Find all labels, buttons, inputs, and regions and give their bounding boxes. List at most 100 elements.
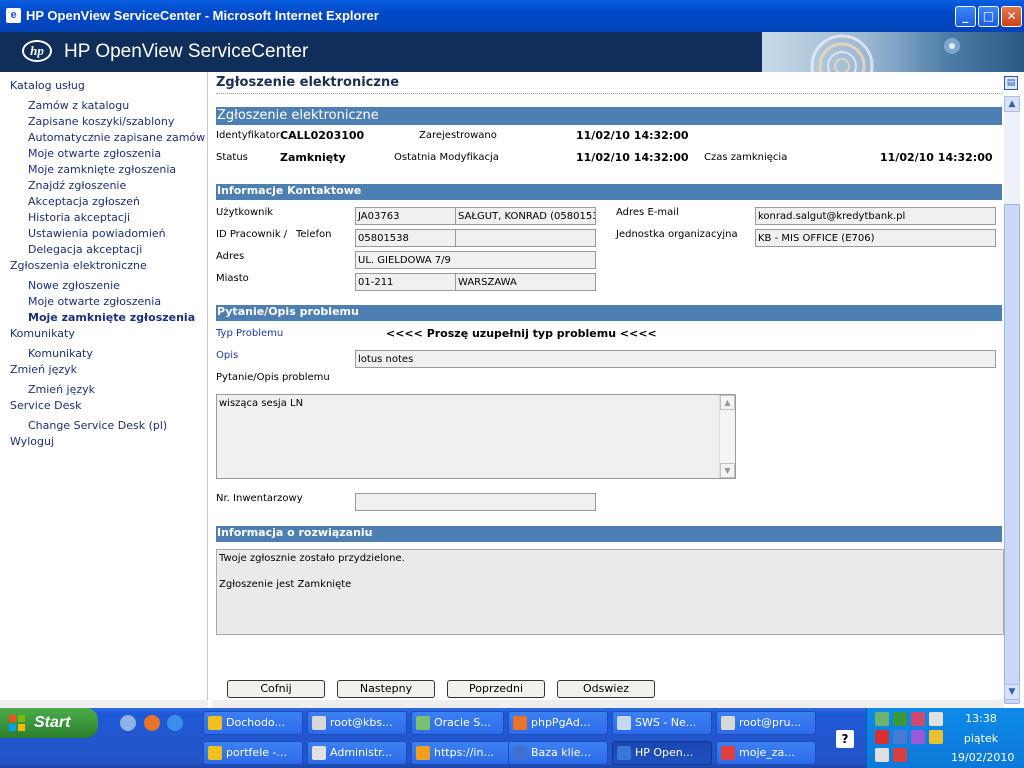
taskbar-item[interactable]: root@kbs... <box>307 711 407 735</box>
print-icon[interactable]: ▤ <box>1004 76 1018 90</box>
nav-service-desk[interactable]: Service Desk <box>10 399 82 412</box>
nav-ustawienia-powiadomien[interactable]: Ustawienia powiadomień <box>28 227 166 240</box>
main-vertical-scrollbar[interactable]: ▲ ▼ <box>1004 96 1020 704</box>
help-icon[interactable]: ? <box>836 730 854 748</box>
user-name-field[interactable]: SAŁGUT, KONRAD (0580153 <box>455 207 596 225</box>
city-field[interactable]: WARSZAWA <box>455 273 596 291</box>
taskbar-item[interactable]: portfele -... <box>203 741 303 765</box>
org-unit-label: Jednostka organizacyjna <box>616 229 738 240</box>
taskbar-item[interactable]: Administr... <box>307 741 407 765</box>
nav-change-service-desk[interactable]: Change Service Desk (pl) <box>28 419 167 432</box>
nav-zmien-jezyk-sub[interactable]: Zmień język <box>28 383 95 396</box>
nav-zapisane-koszyki[interactable]: Zapisane koszyki/szablony <box>28 115 174 128</box>
nav-komunikaty-sub[interactable]: Komunikaty <box>28 347 93 360</box>
taskbar-item[interactable]: phpPgAd... <box>508 711 608 735</box>
sws-icon <box>617 716 631 730</box>
inventory-field[interactable] <box>355 493 596 511</box>
email-field[interactable]: konrad.salgut@kredytbank.pl <box>755 207 996 225</box>
nav-zgloszenia-elektroniczne[interactable]: Zgłoszenia elektroniczne <box>10 259 147 272</box>
quicklaunch-desktop-icon[interactable] <box>120 715 136 731</box>
tray-app2-icon[interactable] <box>911 730 925 744</box>
start-button[interactable]: Start <box>0 708 98 738</box>
textarea-scroll-down-icon[interactable]: ▼ <box>720 463 735 478</box>
taskbar-item[interactable]: SWS - Ne... <box>612 711 712 735</box>
nav-katalog-uslug[interactable]: Katalog usług <box>10 79 85 92</box>
tray-app-icon[interactable] <box>911 712 925 726</box>
nav-akceptacja-zgloszen[interactable]: Akceptacja zgłoszeń <box>28 195 140 208</box>
nav-automatycznie-zapisane[interactable]: Automatycznie zapisane zamów <box>28 131 208 144</box>
phone-field[interactable] <box>455 229 596 247</box>
tray-network-icon[interactable] <box>875 712 889 726</box>
quicklaunch-firefox-icon[interactable] <box>144 715 160 731</box>
textarea-scrollbar[interactable]: ▲ ▼ <box>719 395 735 478</box>
taskbar-item[interactable]: https://in... <box>411 741 511 765</box>
taskbar-item[interactable]: Baza klie... <box>508 741 608 765</box>
nav-nowe-zgloszenie[interactable]: Nowe zgłoszenie <box>28 279 120 292</box>
taskbar-item[interactable]: root@pru... <box>716 711 816 735</box>
address-field[interactable]: UL. GIELDOWA 7/9 <box>355 251 596 269</box>
app-title: HP OpenView ServiceCenter <box>64 41 309 62</box>
resolution-box: Twoje zgłosznie zostało przydzielone. Zg… <box>216 549 1004 635</box>
tray-display-icon[interactable] <box>875 748 889 762</box>
nav-moje-otwarte-zgloszenia[interactable]: Moje otwarte zgłoszenia <box>28 295 161 308</box>
tray-chat-icon[interactable] <box>875 730 889 744</box>
user-id-field[interactable]: JA03763 <box>355 207 456 225</box>
tray-printer-icon[interactable] <box>929 712 943 726</box>
folder-icon <box>208 746 222 760</box>
address-label: Adres <box>216 251 245 262</box>
employee-id-field[interactable]: 05801538 <box>355 229 456 247</box>
paint-icon <box>721 746 735 760</box>
zip-code-field[interactable]: 01-211 <box>355 273 456 291</box>
taskbar-item[interactable]: moje_za... <box>716 741 816 765</box>
title-divider <box>216 93 1002 94</box>
question-label: Pytanie/Opis problemu <box>216 372 330 383</box>
nav-horizontal-scrollbar[interactable] <box>0 700 208 708</box>
window-titlebar[interactable]: e HP OpenView ServiceCenter - Microsoft … <box>0 0 1024 32</box>
maximize-button[interactable]: □ <box>978 6 999 27</box>
refresh-button[interactable]: Odswiez <box>557 680 655 698</box>
nav-moje-zamkniete-zgloszenia[interactable]: Moje zamknięte zgłoszenia <box>28 311 195 324</box>
ie-window-icon[interactable]: e <box>6 8 21 23</box>
back-button[interactable]: Cofnij <box>227 680 325 698</box>
hp-logo: hp <box>22 40 52 62</box>
nav-historia-akceptacji[interactable]: Historia akceptacji <box>28 211 130 224</box>
next-button[interactable]: Nastepny <box>337 680 435 698</box>
org-unit-field[interactable]: KB - MIS OFFICE (E706) <box>755 229 996 247</box>
quicklaunch-ie-icon[interactable] <box>167 715 183 731</box>
description-field[interactable]: lotus notes <box>355 350 996 368</box>
minimize-button[interactable]: _ <box>955 6 976 27</box>
modified-value: 11/02/10 14:32:00 <box>576 151 689 164</box>
tray-shield-icon[interactable] <box>893 712 907 726</box>
nav-moje-otwarte-katalog[interactable]: Moje otwarte zgłoszenia <box>28 147 161 160</box>
tray-monitor-icon[interactable] <box>893 730 907 744</box>
registered-value: 11/02/10 14:32:00 <box>576 129 689 142</box>
taskbar-item[interactable]: Oracle S... <box>411 711 504 735</box>
taskbar-item-active[interactable]: HP Open... <box>612 741 712 765</box>
scroll-down-icon[interactable]: ▼ <box>1004 684 1020 700</box>
problem-type-label[interactable]: Typ Problemu <box>216 328 283 339</box>
scroll-up-icon[interactable]: ▲ <box>1004 96 1020 112</box>
tray-pencil-icon[interactable] <box>929 730 943 744</box>
close-button[interactable]: ✕ <box>1001 6 1022 27</box>
section-header-contact: Informacje Kontaktowe <box>216 184 1002 200</box>
previous-button[interactable]: Poprzedni <box>447 680 545 698</box>
description-label[interactable]: Opis <box>216 350 238 361</box>
main-content: Zgłoszenie elektroniczne ▤ Zgłoszenie el… <box>212 72 1024 708</box>
question-textarea[interactable]: wisząca sesja LN ▲ ▼ <box>216 394 736 479</box>
main-horizontal-scrollbar[interactable] <box>212 700 1004 708</box>
nav-moje-zamkniete-katalog[interactable]: Moje zamknięte zgłoszenia <box>28 163 176 176</box>
nav-zamow-z-katalogu[interactable]: Zamów z katalogu <box>28 99 129 112</box>
clock-time[interactable]: 13:38 <box>951 712 1011 725</box>
taskbar-item[interactable]: Dochodo... <box>203 711 303 735</box>
registered-label: Zarejestrowano <box>419 130 497 141</box>
tray-security-icon[interactable] <box>893 748 907 762</box>
scroll-thumb[interactable] <box>1004 204 1020 704</box>
identifier-value: CALL0203100 <box>280 129 365 142</box>
nav-komunikaty[interactable]: Komunikaty <box>10 327 75 340</box>
nav-wyloguj[interactable]: Wyloguj <box>10 435 54 448</box>
nav-zmien-jezyk[interactable]: Zmień język <box>10 363 77 376</box>
nav-delegacja-akceptacji[interactable]: Delegacja akceptacji <box>28 243 142 256</box>
textarea-scroll-up-icon[interactable]: ▲ <box>720 395 735 410</box>
nav-znajdz-zgloszenie[interactable]: Znajdź zgłoszenie <box>28 179 126 192</box>
left-navigation: Katalog usług Zamów z katalogu Zapisane … <box>0 72 208 708</box>
